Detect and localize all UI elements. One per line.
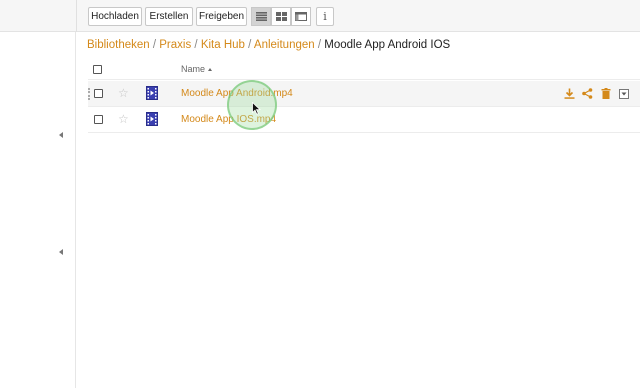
info-icon: i [323, 10, 327, 23]
table-row[interactable]: ☆ Moodle App Android.mp4 [88, 81, 640, 107]
breadcrumb-item-kita-hub[interactable]: Kita Hub [201, 39, 245, 51]
toolbar: Hochladen Erstellen Freigeben i [0, 0, 640, 32]
video-file-icon [146, 86, 158, 100]
grid-view-icon [275, 12, 287, 21]
grid-view-button[interactable] [271, 7, 291, 26]
breadcrumb-separator: / [194, 39, 198, 51]
share-icon[interactable] [581, 87, 594, 100]
collapse-arrow-icon[interactable] [59, 249, 63, 255]
download-icon[interactable] [563, 87, 576, 100]
list-view-icon [255, 12, 267, 21]
share-button[interactable]: Freigeben [196, 7, 247, 26]
create-button[interactable]: Erstellen [145, 7, 193, 26]
list-view-button[interactable] [251, 7, 271, 26]
table-row[interactable]: ☆ Moodle App IOS.mp4 [88, 107, 640, 133]
video-file-icon [146, 112, 158, 126]
drag-handle-icon[interactable] [88, 88, 90, 100]
star-icon[interactable]: ☆ [118, 86, 129, 100]
name-column-header[interactable]: Name [181, 64, 213, 74]
detail-view-button[interactable] [291, 7, 311, 26]
name-column-label: Name [181, 64, 206, 74]
breadcrumb-separator: / [317, 39, 322, 51]
toolbar-divider [76, 0, 77, 32]
breadcrumb: Bibliotheken / Praxis / Kita Hub / Anlei… [87, 39, 450, 51]
row-checkbox[interactable] [94, 115, 103, 124]
breadcrumb-separator: / [248, 39, 252, 51]
star-icon[interactable]: ☆ [118, 112, 129, 126]
more-options-dropdown-icon[interactable] [617, 87, 630, 100]
sidebar [0, 32, 76, 388]
breadcrumb-item-praxis[interactable]: Praxis [159, 39, 191, 51]
breadcrumb-separator: / [152, 39, 157, 51]
breadcrumb-item-bibliotheken[interactable]: Bibliotheken [87, 39, 150, 51]
info-button[interactable]: i [316, 7, 334, 26]
row-checkbox[interactable] [94, 89, 103, 98]
collapse-arrow-icon[interactable] [59, 132, 63, 138]
upload-button[interactable]: Hochladen [88, 7, 142, 26]
row-actions [563, 87, 630, 100]
breadcrumb-current: Moodle App Android IOS [324, 39, 451, 51]
detail-view-icon [295, 12, 307, 21]
delete-icon[interactable] [599, 87, 612, 100]
mouse-cursor-icon [252, 102, 261, 115]
list-header: Name [88, 60, 640, 80]
sort-ascending-icon [208, 68, 213, 71]
select-all-checkbox[interactable] [93, 65, 102, 74]
breadcrumb-item-anleitungen[interactable]: Anleitungen [254, 39, 315, 51]
